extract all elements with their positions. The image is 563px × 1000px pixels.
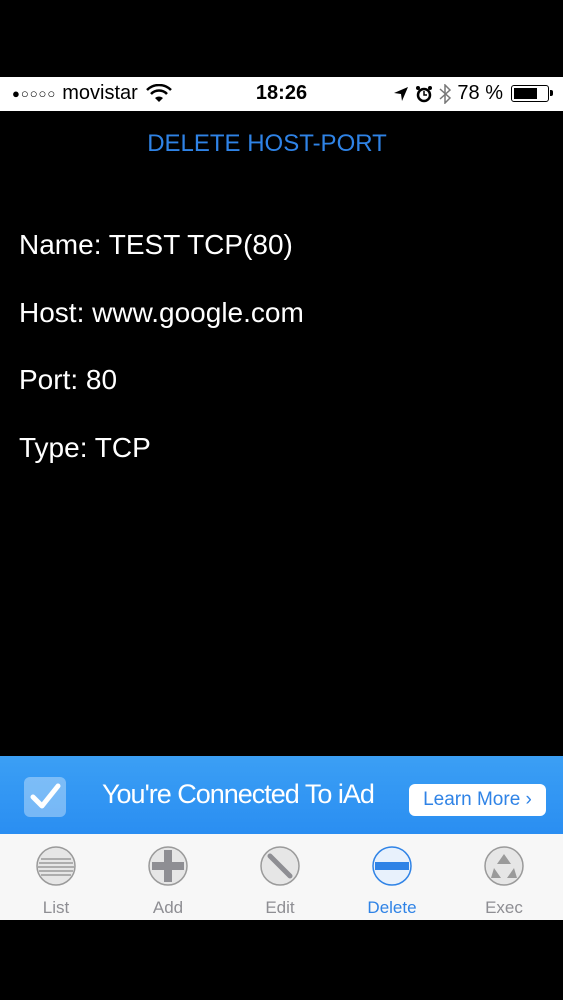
tab-label: Add xyxy=(152,898,184,917)
pencil-icon xyxy=(260,846,300,886)
battery-icon xyxy=(511,85,553,102)
recycle-icon xyxy=(484,846,524,886)
checkmark-icon xyxy=(24,777,66,817)
plus-icon xyxy=(148,846,188,886)
type-field: Type: TCP xyxy=(19,432,151,463)
minus-icon xyxy=(372,846,412,886)
alarm-icon xyxy=(416,85,433,102)
battery-fill xyxy=(514,88,537,99)
location-arrow-icon xyxy=(394,86,409,101)
port-field: Port: 80 xyxy=(19,364,118,395)
battery-percent: 78 % xyxy=(457,82,503,104)
tab-label: Exec xyxy=(485,898,523,917)
page-title: DELETE HOST-PORT xyxy=(147,130,387,157)
name-field: Name: TEST TCP(80) xyxy=(19,229,293,260)
tab-bar: List Add Edit Delete Exec xyxy=(0,834,563,920)
tab-add[interactable]: Add xyxy=(112,834,224,920)
tab-exec[interactable]: Exec xyxy=(448,834,560,920)
tab-edit[interactable]: Edit xyxy=(224,834,336,920)
learn-more-button[interactable]: Learn More › xyxy=(409,784,546,816)
tab-list[interactable]: List xyxy=(0,834,112,920)
tab-label: List xyxy=(42,898,70,917)
tab-label: Edit xyxy=(265,898,295,917)
ad-text: You're Connected To iAd xyxy=(102,779,375,809)
tab-label: Delete xyxy=(367,898,417,917)
tab-delete[interactable]: Delete xyxy=(336,834,448,920)
bluetooth-icon xyxy=(439,83,452,104)
status-bar: ●○○○○ movistar 18:26 78 % xyxy=(0,77,563,111)
list-icon xyxy=(36,846,76,886)
host-field: Host: www.google.com xyxy=(19,297,304,328)
